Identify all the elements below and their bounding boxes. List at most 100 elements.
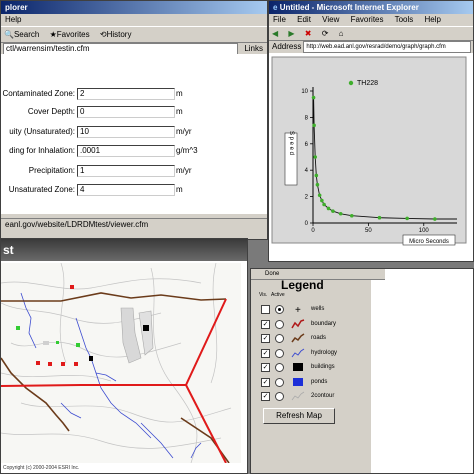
back-icon[interactable]: ◀ bbox=[272, 29, 278, 38]
legend-symbol-blue-square-icon bbox=[293, 377, 303, 386]
form-field-input[interactable]: .0001 bbox=[77, 145, 175, 157]
form-row: Precipitation: 1 m/yr bbox=[1, 165, 267, 177]
favorites-button[interactable]: ★Favorites bbox=[50, 30, 90, 39]
stop-icon[interactable]: ✖ bbox=[305, 29, 312, 38]
data-point bbox=[317, 193, 322, 198]
visibility-checkbox[interactable] bbox=[261, 305, 270, 314]
legend-row: ✓ ponds bbox=[261, 375, 361, 389]
visibility-checkbox[interactable]: ✓ bbox=[261, 334, 270, 343]
search-button[interactable]: 🔍Search bbox=[4, 30, 39, 39]
form-row: Contaminated Zone: 2 m bbox=[1, 88, 267, 100]
legend-layer-name: hydrology bbox=[311, 349, 338, 356]
menu-tools[interactable]: Tools bbox=[395, 15, 414, 24]
data-point bbox=[349, 213, 354, 218]
legend-symbol-hydro-icon bbox=[291, 348, 305, 357]
legend-label: TH228 bbox=[357, 80, 378, 87]
ie-logo-icon: e bbox=[273, 3, 278, 12]
legend-panel: Legend Vis. Active + wells ✓ boundary ✓ roads… bbox=[251, 278, 371, 473]
active-radio[interactable] bbox=[275, 305, 284, 314]
data-point bbox=[326, 206, 331, 211]
graph-browser-window: e Untitled - Microsoft Internet Explorer… bbox=[268, 0, 474, 262]
form-window-title: plorer bbox=[5, 3, 28, 12]
legend-symbol-cross-icon: + bbox=[295, 305, 301, 314]
svg-text:+: + bbox=[295, 305, 301, 314]
visibility-checkbox[interactable]: ✓ bbox=[261, 392, 270, 401]
legend-layer-name: roads bbox=[311, 335, 327, 341]
visibility-checkbox[interactable]: ✓ bbox=[261, 377, 270, 387]
form-field-input[interactable]: 4 bbox=[77, 184, 175, 196]
data-point bbox=[322, 202, 326, 207]
menu-edit[interactable]: Edit bbox=[297, 15, 311, 24]
visibility-checkbox[interactable]: ✓ bbox=[261, 348, 270, 358]
legend-layer-name: 2contour bbox=[311, 393, 335, 399]
legend-symbol-contour-icon bbox=[291, 391, 305, 401]
form-field-unit: m bbox=[176, 107, 183, 116]
menu-file[interactable]: File bbox=[273, 15, 286, 24]
graph-window-title: Untitled - Microsoft Internet Explorer bbox=[279, 3, 419, 12]
map-copyright: Copyright (c) 2000-2004 ESRI Inc. bbox=[3, 465, 80, 471]
graph-address-input[interactable]: http://web.ead.anl.gov/resrad/demo/graph… bbox=[303, 41, 471, 53]
visibility-checkbox[interactable]: ✓ bbox=[261, 319, 270, 329]
active-radio[interactable] bbox=[275, 363, 284, 372]
legend-symbol-boundary-icon bbox=[291, 318, 305, 328]
legend-window: Done Legend Vis. Active + wells ✓ boundary ✓… bbox=[250, 268, 474, 474]
form-field-input[interactable]: 10 bbox=[77, 126, 175, 138]
form-row: Cover Depth: 0 m bbox=[1, 106, 267, 118]
map-canvas[interactable] bbox=[1, 262, 241, 464]
form-row: ding for Inhalation: .0001 g/m^3 bbox=[1, 145, 267, 157]
data-point bbox=[311, 95, 316, 100]
data-point bbox=[331, 209, 335, 213]
data-point bbox=[320, 198, 324, 203]
x-tick-label: 100 bbox=[419, 228, 430, 234]
map-window-title: st bbox=[3, 243, 14, 257]
legend-layer-name: buildings bbox=[311, 364, 335, 370]
menu-help[interactable]: Help bbox=[5, 15, 21, 24]
form-field-input[interactable]: 1 bbox=[77, 165, 175, 177]
active-radio[interactable] bbox=[275, 334, 284, 343]
form-field-input[interactable]: 2 bbox=[77, 88, 175, 100]
legend-row: + wells bbox=[261, 302, 361, 316]
form-row: uity (Unsaturated): 10 m/yr bbox=[1, 126, 267, 138]
graph-menubar: File Edit View Favorites Tools Help bbox=[269, 14, 473, 26]
chart-svg: 10864200 50 100TH228S p e e dMicro Seconds bbox=[271, 56, 467, 246]
form-field-input[interactable]: 0 bbox=[77, 106, 175, 118]
menu-view[interactable]: View bbox=[322, 15, 339, 24]
legend-row: ✓ hydrology bbox=[261, 346, 361, 360]
menu-favorites[interactable]: Favorites bbox=[351, 15, 384, 24]
history-button[interactable]: ⟲History bbox=[100, 30, 132, 39]
form-field-label: ding for Inhalation: bbox=[9, 146, 75, 155]
form-field-unit: m bbox=[176, 89, 183, 98]
data-point bbox=[405, 216, 409, 221]
map-svg bbox=[1, 262, 241, 464]
legend-title: Legend bbox=[281, 278, 324, 292]
form-row: Unsaturated Zone: 4 m bbox=[1, 184, 267, 196]
map-window-header: st bbox=[1, 239, 247, 261]
legend-symbol-roads-icon bbox=[291, 333, 305, 343]
address-label: Address bbox=[272, 42, 302, 51]
form-field-unit: m bbox=[176, 185, 183, 194]
active-radio[interactable] bbox=[275, 392, 284, 401]
home-icon[interactable]: ⌂ bbox=[339, 29, 344, 38]
legend-marker bbox=[348, 80, 354, 86]
form-field-label: Unsaturated Zone: bbox=[8, 185, 75, 194]
forward-icon[interactable]: ▶ bbox=[288, 29, 294, 38]
y-tick-label: 10 bbox=[301, 89, 308, 95]
active-radio[interactable] bbox=[275, 377, 284, 387]
legend-layer-name: ponds bbox=[311, 378, 328, 385]
active-radio[interactable] bbox=[275, 348, 284, 358]
form-window-titlebar: plorer bbox=[1, 1, 267, 14]
menu-help[interactable]: Help bbox=[425, 15, 441, 24]
data-point bbox=[314, 173, 319, 178]
refresh-icon[interactable]: ⟳ bbox=[322, 29, 329, 38]
refresh-map-button[interactable]: Refresh Map bbox=[263, 408, 335, 424]
form-field-unit: g/m^3 bbox=[176, 146, 198, 155]
graph-toolbar: ◀ ▶ ✖ ⟳ ⌂ bbox=[269, 26, 473, 41]
legend-symbol-black-square-icon bbox=[293, 363, 303, 371]
status-url: eanl.gov/website/LDRDMtest/viewer.cfm bbox=[5, 220, 149, 229]
active-radio[interactable] bbox=[275, 319, 284, 329]
legend-row: ✓ buildings bbox=[261, 360, 361, 374]
graph-content: 10 8 6 4 2 0 0 50 100 TH228 S p e e d Micro Seconds bbox=[269, 53, 473, 261]
visibility-checkbox[interactable]: ✓ bbox=[261, 363, 270, 372]
graph-window-titlebar: e Untitled - Microsoft Internet Explorer bbox=[269, 1, 473, 14]
data-point bbox=[315, 182, 320, 187]
